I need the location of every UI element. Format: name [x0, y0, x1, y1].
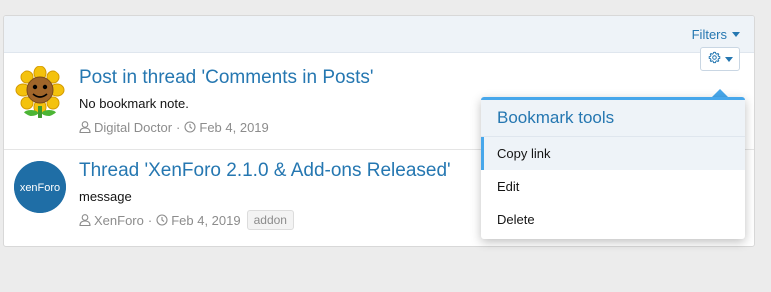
- xenforo-logo: xenForo: [14, 161, 66, 213]
- clock-icon: [156, 214, 168, 226]
- meta-separator: ·: [147, 212, 153, 228]
- bookmark-title[interactable]: Post in thread 'Comments in Posts': [79, 66, 374, 90]
- menu-item-delete[interactable]: Delete: [481, 203, 745, 236]
- bookmark-note: message: [79, 189, 132, 204]
- avatar[interactable]: xenForo: [14, 161, 66, 213]
- bookmark-content: Post in thread 'Comments in Posts' No bo…: [79, 66, 374, 137]
- bookmark-meta: XenForo · Feb 4, 2019 addon: [79, 210, 451, 230]
- bookmark-tools-button[interactable]: [700, 47, 740, 71]
- filters-label: Filters: [691, 26, 727, 42]
- sunflower-avatar: [14, 66, 66, 118]
- svg-text:xenForo: xenForo: [20, 182, 60, 194]
- author-link[interactable]: Digital Doctor: [94, 120, 172, 135]
- bookmark-date[interactable]: Feb 4, 2019: [171, 213, 240, 228]
- bookmark-title[interactable]: Thread 'XenForo 2.1.0 & Add-ons Released…: [79, 159, 451, 183]
- user-icon: [79, 121, 91, 133]
- bookmark-date[interactable]: Feb 4, 2019: [199, 120, 268, 135]
- menu-item-edit[interactable]: Edit: [481, 170, 745, 203]
- bookmark-tools-menu: Bookmark tools Copy link Edit Delete: [481, 97, 745, 239]
- author-link[interactable]: XenForo: [94, 213, 144, 228]
- filters-button[interactable]: Filters: [692, 27, 740, 42]
- bookmark-meta: Digital Doctor · Feb 4, 2019: [79, 117, 374, 137]
- caret-down-icon: [724, 56, 733, 62]
- clock-icon: [184, 121, 196, 133]
- gear-icon: [708, 51, 721, 67]
- avatar[interactable]: [14, 66, 66, 118]
- user-icon: [79, 214, 91, 226]
- bookmark-content: Thread 'XenForo 2.1.0 & Add-ons Released…: [79, 159, 451, 230]
- bookmark-note: No bookmark note.: [79, 96, 189, 111]
- menu-item-copy-link[interactable]: Copy link: [481, 137, 745, 170]
- filter-bar: Filters: [4, 16, 754, 53]
- meta-separator: ·: [176, 119, 181, 135]
- tag-badge[interactable]: addon: [246, 210, 294, 230]
- caret-down-icon: [732, 31, 740, 37]
- menu-header: Bookmark tools: [481, 100, 745, 137]
- menu-pointer: [712, 89, 728, 97]
